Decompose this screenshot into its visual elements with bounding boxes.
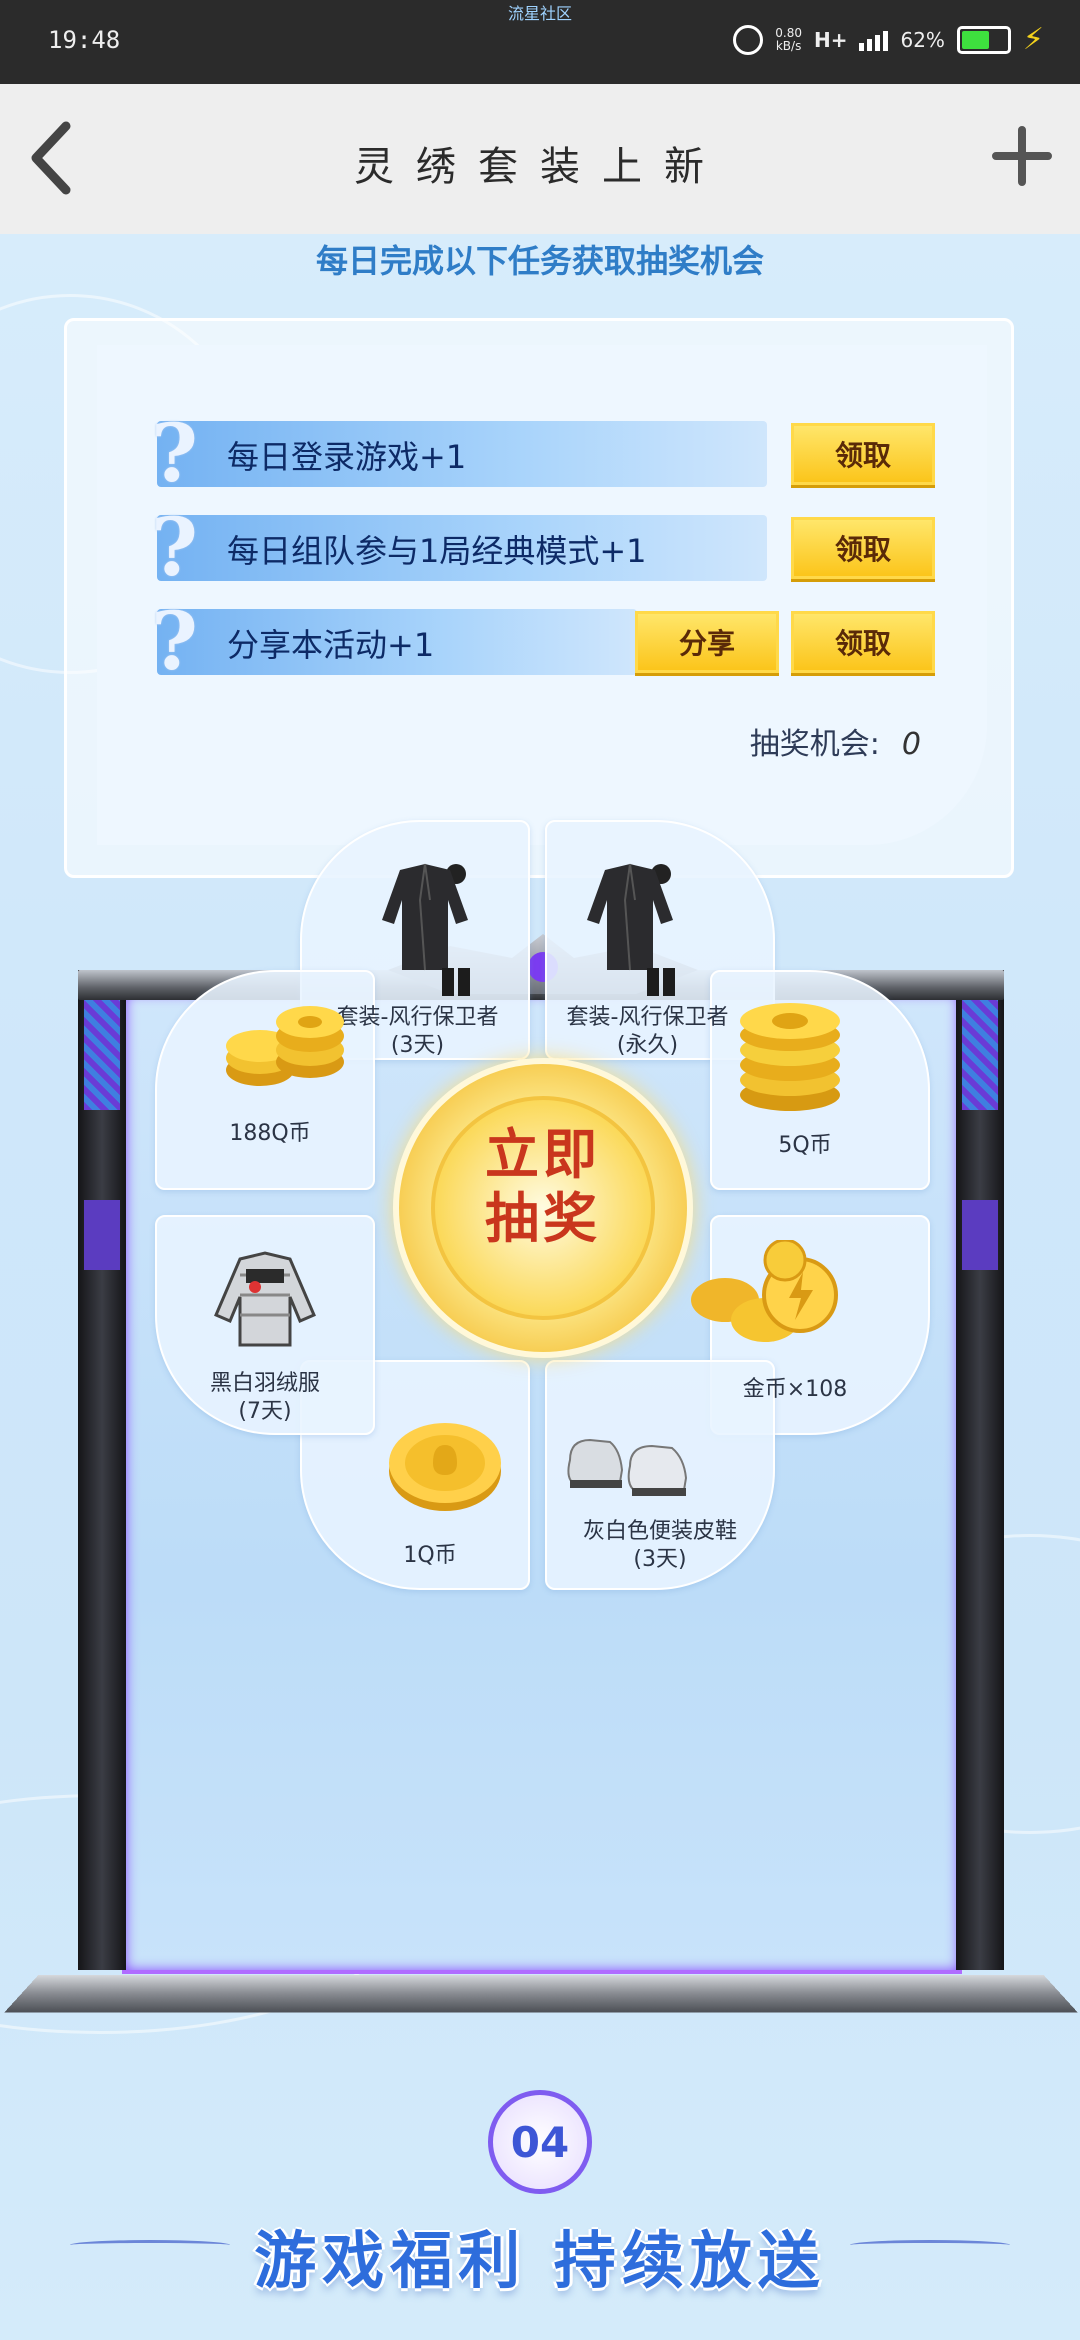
battery-icon (956, 25, 1011, 54)
status-time: 19:48 (48, 26, 121, 54)
add-button[interactable] (992, 112, 1052, 202)
prize-duration: (7天) (238, 1399, 292, 1424)
task-row-team: ? 每日组队参与1局经典模式+1 (151, 507, 767, 587)
prize-5q-coins: 5Q币 (745, 1132, 865, 1160)
prize-casual-shoes: 灰白色便装皮鞋 (3天) (545, 1518, 775, 1574)
task-row-share: ? 分享本活动+1 (151, 601, 637, 681)
question-mark-icon: ? (151, 500, 198, 594)
signal-icon (859, 29, 889, 51)
draw-chances-label: 抽奖机会: (749, 727, 880, 762)
question-mark-icon: ? (151, 406, 198, 500)
coin-icon (389, 1423, 501, 1511)
charging-icon: ⚡ (1022, 22, 1044, 57)
plus-icon (992, 126, 1052, 186)
frame-base (4, 1974, 1078, 2013)
draw-now-button[interactable]: 立即 抽奖 (393, 1058, 693, 1358)
draw-chances-value: 0 (901, 727, 921, 762)
carrier-text: 流星社区 (507, 4, 572, 23)
draw-button-label: 立即 抽奖 (399, 1122, 687, 1250)
prize-name: 1Q币 (403, 1543, 457, 1568)
shoes-icon (567, 1438, 688, 1496)
coat-icon (587, 863, 675, 996)
question-mark-icon: ? (151, 594, 198, 688)
draw-chances: 抽奖机会: 0 (750, 719, 921, 763)
frame-post-right (956, 970, 1004, 1970)
prize-name: 灰白色便装皮鞋 (582, 1519, 737, 1544)
claim-button-share[interactable]: 领取 (791, 611, 935, 673)
task-panel: ? 每日登录游戏+1 领取 ? 每日组队参与1局经典模式+1 领取 ? 分享本活… (64, 318, 1014, 878)
alarm-icon (733, 24, 764, 55)
coin-stack-icon (226, 1006, 344, 1086)
frame-gem (84, 1200, 120, 1270)
prize-name: 黑白羽绒服 (209, 1371, 320, 1396)
jacket-icon (214, 1251, 316, 1347)
frame-gem (962, 1200, 998, 1270)
battery-percent: 62% (900, 27, 945, 52)
prize-down-jacket: 黑白羽绒服 (7天) (175, 1370, 355, 1426)
task-label: 每日组队参与1局经典模式+1 (227, 532, 647, 570)
draw-label-line1: 立即 (485, 1122, 601, 1186)
task-panel-inner (97, 345, 987, 845)
task-label: 每日登录游戏+1 (227, 438, 467, 476)
section-number-badge: 04 (488, 2090, 592, 2194)
coat-icon (382, 863, 470, 996)
task-label: 分享本活动+1 (227, 626, 435, 664)
draw-label-line2: 抽奖 (485, 1186, 601, 1250)
prize-name: 5Q币 (778, 1133, 832, 1158)
frame-gem (962, 1000, 998, 1110)
status-bar: 流星社区 19:48 0.80 kB/s H+ 62% ⚡ (0, 0, 1080, 84)
status-icons: 0.80 kB/s H+ 62% ⚡ (733, 22, 1044, 57)
frame-post-left (78, 970, 126, 1970)
section-title: 游戏福利 持续放送 (254, 2224, 826, 2297)
frame-gem (84, 1000, 120, 1110)
net-speed-unit: kB/s (775, 38, 802, 53)
claim-button-login[interactable]: 领取 (791, 423, 935, 485)
gold-coins-icon (691, 1240, 838, 1342)
battery-fill (961, 30, 989, 49)
prize-duration: (3天) (633, 1547, 687, 1572)
prize-gold-108: 金币×108 (715, 1376, 875, 1404)
claim-button-team[interactable]: 领取 (791, 517, 935, 579)
tasks-subtitle: 每日完成以下任务获取抽奖机会 (315, 242, 764, 280)
nav-bar: 灵绣套装上新 (0, 84, 1080, 234)
coin-stack-icon (740, 1003, 840, 1111)
prize-188q-coins: 188Q币 (195, 1120, 345, 1148)
net-speed-value: 0.80 (775, 25, 802, 40)
prize-wheel: 套装-风行保卫者 (3天) 套装-风行保卫者 (永久) 5Q币 金币×108 灰… (155, 820, 930, 1590)
prize-name: 金币×108 (742, 1377, 848, 1402)
net-speed: 0.80 kB/s (775, 25, 802, 53)
task-row-login: ? 每日登录游戏+1 (151, 413, 767, 493)
network-type: H+ (813, 27, 848, 52)
prize-1q-coin: 1Q币 (355, 1542, 505, 1570)
share-button[interactable]: 分享 (635, 611, 779, 673)
prize-name: 188Q币 (229, 1121, 311, 1146)
page-title: 灵绣套装上新 (354, 144, 726, 190)
